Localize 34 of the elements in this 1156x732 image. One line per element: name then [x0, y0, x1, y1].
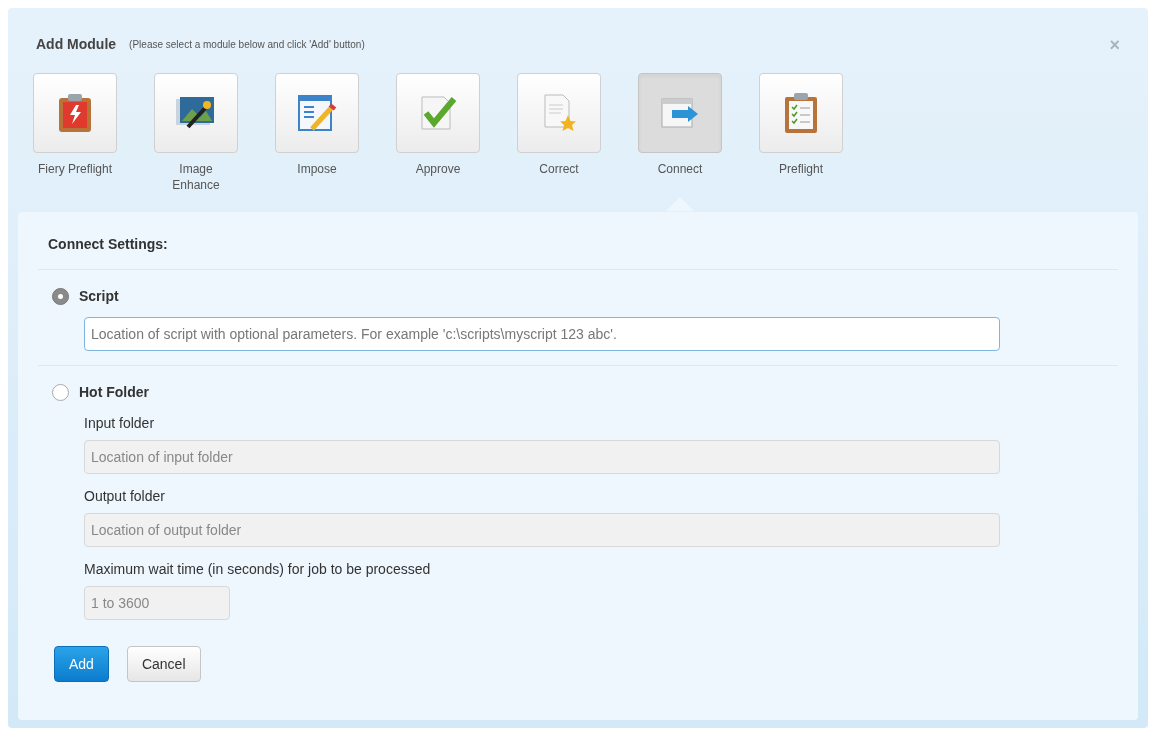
clipboard-icon [57, 93, 93, 133]
field-label: Input folder [84, 414, 156, 433]
module-tile[interactable] [638, 73, 722, 153]
cancel-button[interactable]: Cancel [126, 646, 201, 682]
add-button[interactable]: Add [54, 646, 109, 682]
option-label: Script [79, 287, 119, 306]
document-star-icon [541, 93, 577, 133]
module-label: Impose [296, 161, 338, 177]
module-tile[interactable] [759, 73, 843, 153]
field-label: Output folder [84, 487, 166, 506]
close-button[interactable]: × [1109, 35, 1120, 54]
dialog-title: Add Module [36, 35, 117, 54]
checklist-clipboard-icon [783, 92, 819, 134]
module-tile[interactable] [396, 73, 480, 153]
window-arrow-icon [660, 96, 700, 130]
radio-button[interactable] [52, 288, 69, 305]
module-label: Correct [538, 161, 580, 177]
settings-heading: Connect Settings: [48, 235, 169, 254]
radio-button[interactable] [52, 384, 69, 401]
module-tile[interactable] [275, 73, 359, 153]
module-label: Connect [656, 161, 704, 177]
checkmark-document-icon [418, 93, 458, 133]
field-label: Maximum wait time (in seconds) for job to be processed [84, 560, 432, 579]
module-label: Image Enhance [171, 161, 221, 193]
module-label: Fiery Preflight [37, 161, 113, 177]
option-label: Hot Folder [79, 383, 149, 402]
dialog-hint: (Please select a module below and click 'Add' button) [129, 38, 365, 52]
module-tile[interactable] [33, 73, 117, 153]
module-label: Preflight [778, 161, 824, 177]
module-tile[interactable] [517, 73, 601, 153]
module-label: Approve [414, 161, 462, 177]
module-tile[interactable] [154, 73, 238, 153]
document-pencil-icon [296, 93, 338, 133]
text-field[interactable]: Location of script with optional parameters. For example 'c:\scripts\myscript 123 abc'. [84, 317, 1000, 351]
